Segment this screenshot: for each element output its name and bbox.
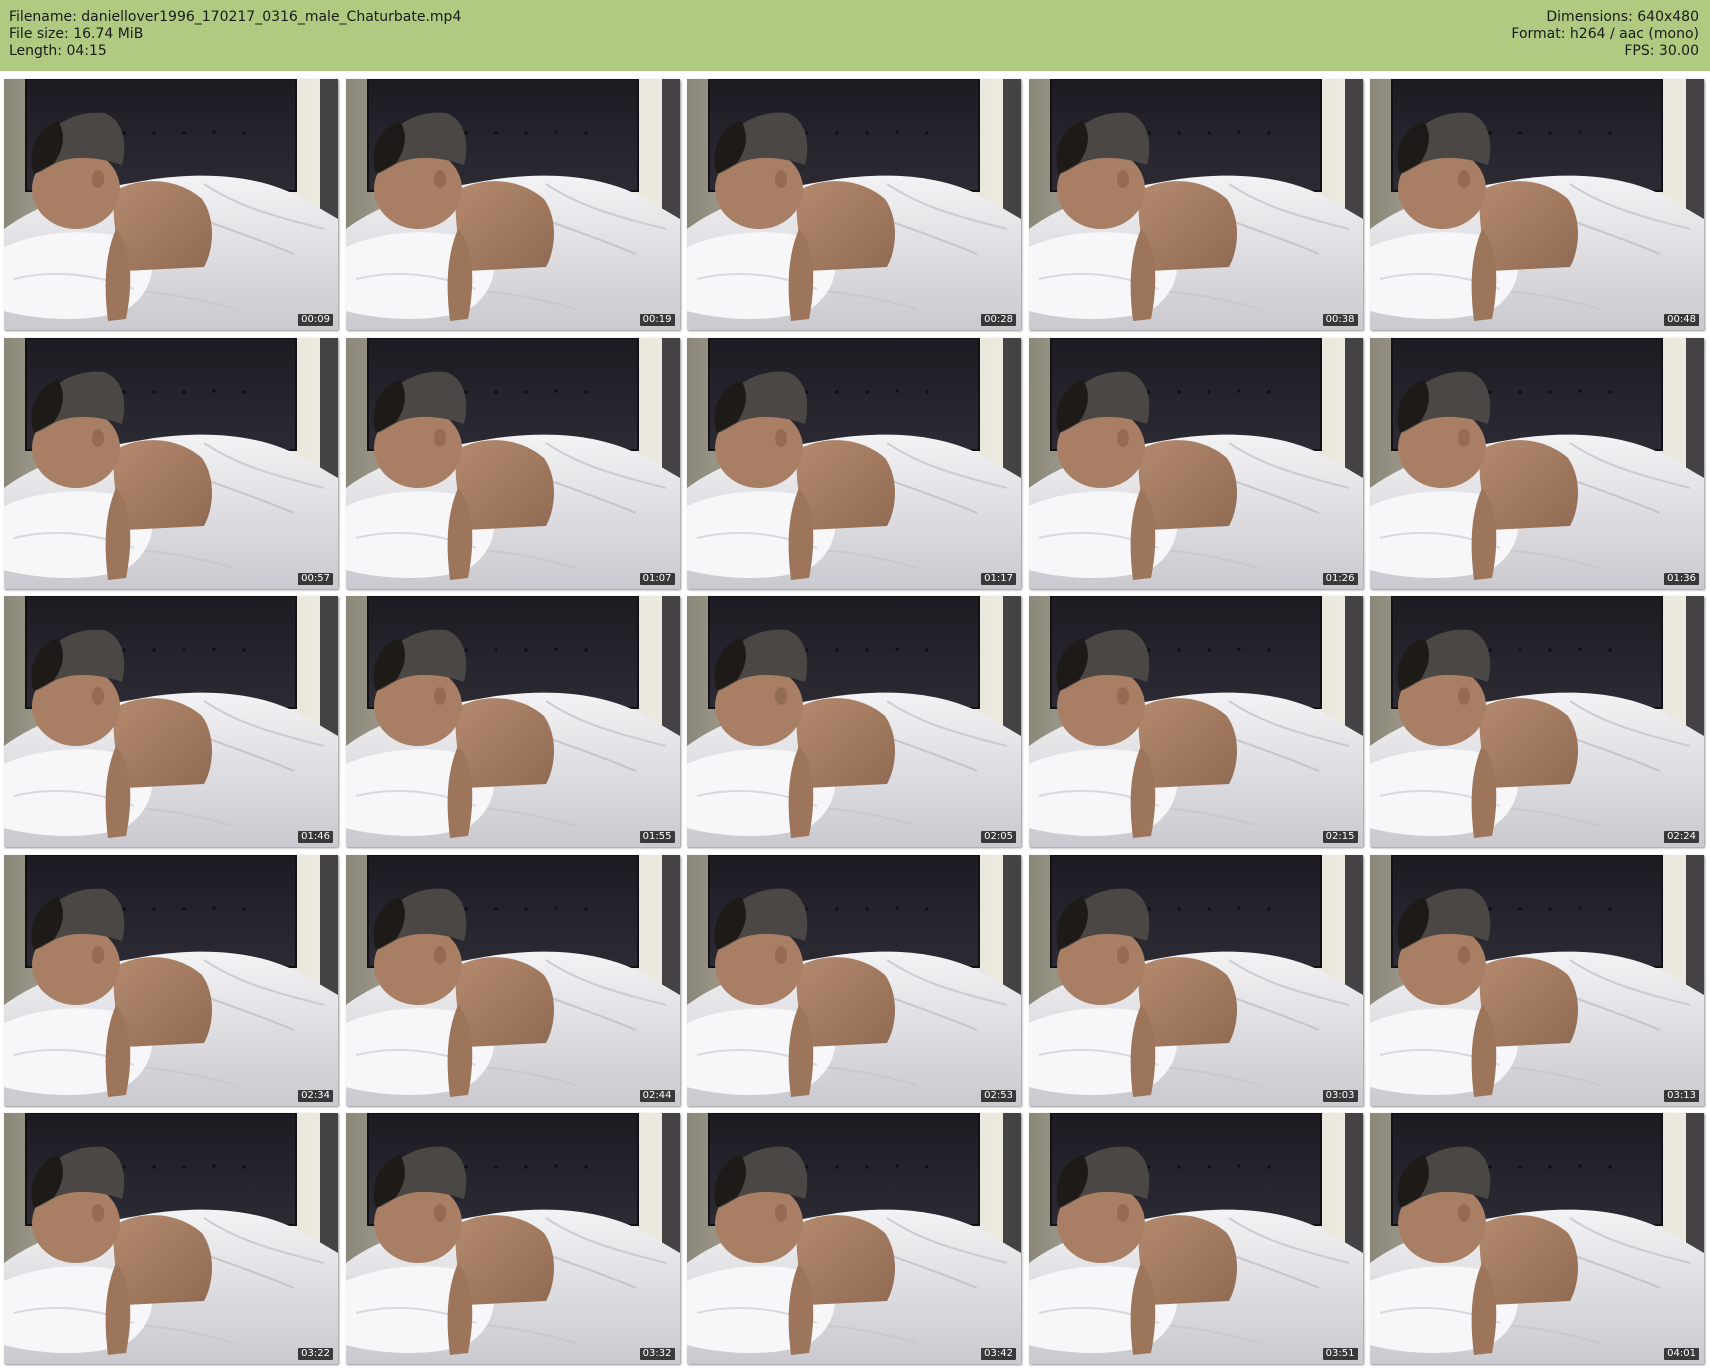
thumbnail-timestamp: 01:55 [639, 831, 675, 843]
thumbnail-timestamp: 03:03 [1322, 1089, 1358, 1102]
thumbnail-timestamp: 00:09 [298, 314, 333, 326]
thumbnail-grid: 00:09 00:19 00:28 00:38 00:48 00:57 01:0… [4, 79, 1704, 1364]
video-frame-image [345, 1113, 680, 1364]
thumbnail-timestamp: 03:51 [1322, 1348, 1358, 1360]
filename-label: Filename: daniellover1996_170217_0316_ma… [9, 9, 462, 25]
thumbnail: 00:28 [687, 79, 1021, 330]
thumbnail: 01:07 [345, 337, 680, 589]
thumbnail: 02:05 [687, 596, 1021, 847]
video-frame-image [345, 596, 680, 847]
thumbnail-timestamp: 00:28 [981, 314, 1016, 326]
thumbnail-timestamp: 02:34 [298, 1089, 333, 1102]
thumbnail: 03:03 [1028, 854, 1363, 1106]
thumbnail-timestamp: 00:57 [298, 572, 333, 585]
format-label: Format: h264 / aac (mono) [1511, 26, 1699, 42]
video-frame-image [687, 79, 1021, 330]
thumbnail: 00:57 [4, 337, 338, 589]
thumbnail: 01:26 [1028, 337, 1363, 589]
thumbnail: 03:13 [1370, 854, 1704, 1106]
thumbnail-timestamp: 00:38 [1322, 314, 1358, 326]
file-info-header: Filename: daniellover1996_170217_0316_ma… [0, 0, 1710, 71]
video-frame-image [4, 854, 338, 1106]
thumbnail-timestamp: 01:26 [1322, 572, 1358, 585]
video-frame-image [687, 1113, 1021, 1364]
thumbnail: 03:32 [345, 1113, 680, 1364]
video-frame-image [345, 337, 680, 589]
video-frame-image [1370, 854, 1704, 1106]
thumbnail: 03:42 [687, 1113, 1021, 1364]
video-frame-image [4, 79, 338, 330]
filesize-label: File size: 16.74 MiB [9, 26, 144, 42]
thumbnail: 02:53 [687, 854, 1021, 1106]
thumbnail: 00:19 [345, 79, 680, 330]
video-frame-image [1370, 337, 1704, 589]
video-frame-image [687, 337, 1021, 589]
thumbnail-timestamp: 03:42 [981, 1348, 1016, 1360]
thumbnail-timestamp: 02:44 [639, 1089, 675, 1102]
thumbnail: 01:55 [345, 596, 680, 847]
video-frame-image [1028, 854, 1363, 1106]
thumbnail: 02:15 [1028, 596, 1363, 847]
thumbnail-timestamp: 02:15 [1322, 831, 1358, 843]
thumbnail: 04:01 [1370, 1113, 1704, 1364]
thumbnail-timestamp: 02:05 [981, 831, 1016, 843]
file-info-right: Dimensions: 640x480 Format: h264 / aac (… [1511, 9, 1699, 60]
video-frame-image [1028, 596, 1363, 847]
video-frame-image [4, 1113, 338, 1364]
video-frame-image [1370, 79, 1704, 330]
thumbnail: 00:48 [1370, 79, 1704, 330]
video-frame-image [1028, 1113, 1363, 1364]
thumbnail-timestamp: 02:24 [1664, 831, 1699, 843]
thumbnail-timestamp: 02:53 [981, 1089, 1016, 1102]
video-frame-image [345, 854, 680, 1106]
thumbnail-timestamp: 00:48 [1664, 314, 1699, 326]
thumbnail-timestamp: 01:07 [639, 572, 675, 585]
thumbnail: 03:51 [1028, 1113, 1363, 1364]
thumbnail-timestamp: 01:17 [981, 572, 1016, 585]
thumbnail-timestamp: 03:13 [1664, 1089, 1699, 1102]
thumbnail-timestamp: 03:22 [298, 1348, 333, 1360]
file-info-left: Filename: daniellover1996_170217_0316_ma… [9, 9, 461, 60]
video-frame-image [4, 596, 338, 847]
thumbnail-timestamp: 04:01 [1664, 1348, 1699, 1360]
thumbnail: 02:24 [1370, 596, 1704, 847]
video-frame-image [345, 79, 680, 330]
thumbnail: 00:09 [4, 79, 338, 330]
length-label: Length: 04:15 [9, 43, 107, 59]
video-frame-image [687, 854, 1021, 1106]
video-frame-image [4, 337, 338, 589]
thumbnail-timestamp: 03:32 [639, 1348, 675, 1360]
video-frame-image [1370, 1113, 1704, 1364]
thumbnail-timestamp: 01:36 [1664, 572, 1699, 585]
thumbnail: 01:36 [1370, 337, 1704, 589]
thumbnail: 00:38 [1028, 79, 1363, 330]
dimensions-label: Dimensions: 640x480 [1546, 9, 1699, 25]
thumbnail-timestamp: 01:46 [298, 831, 333, 843]
thumbnail: 01:46 [4, 596, 338, 847]
video-frame-image [1028, 79, 1363, 330]
video-frame-image [1028, 337, 1363, 589]
thumbnail: 03:22 [4, 1113, 338, 1364]
thumbnail: 02:34 [4, 854, 338, 1106]
video-frame-image [1370, 596, 1704, 847]
thumbnail-timestamp: 00:19 [639, 314, 675, 326]
fps-label: FPS: 30.00 [1624, 43, 1699, 59]
thumbnail: 02:44 [345, 854, 680, 1106]
video-frame-image [687, 596, 1021, 847]
thumbnail: 01:17 [687, 337, 1021, 589]
